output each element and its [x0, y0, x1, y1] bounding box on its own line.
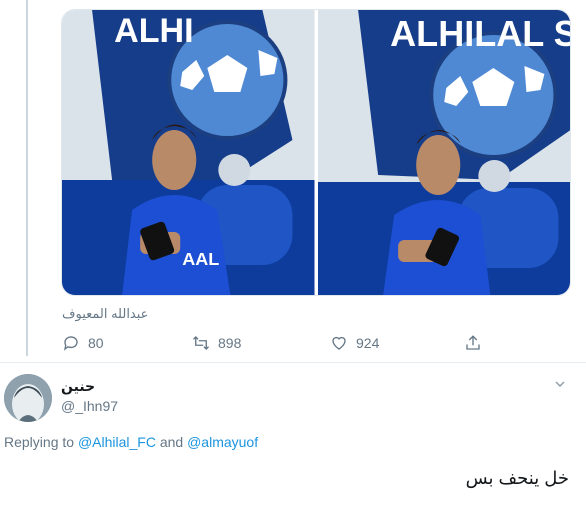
svg-text:ALHI: ALHI [114, 12, 193, 50]
svg-text:AAL: AAL [182, 249, 219, 269]
replying-prefix: Replying to [4, 434, 75, 450]
reply-icon [63, 336, 78, 351]
photo-1[interactable]: ALHI AAL [62, 10, 315, 295]
photo-2[interactable]: ALHILAL S. F [317, 10, 570, 295]
like-icon [332, 336, 346, 350]
reply-tweet-text: خل ينحف بس [465, 468, 569, 488]
share-icon [466, 335, 480, 350]
reply-count: 80 [88, 335, 104, 351]
like-count: 924 [356, 335, 380, 351]
replying-to-line: Replying to @Alhilal_FC and @almayuof [4, 434, 258, 450]
like-button[interactable]: 924 [330, 334, 379, 352]
and-text: and [159, 434, 184, 450]
chevron-down-icon[interactable] [552, 376, 568, 392]
retweet-count: 898 [218, 335, 242, 351]
action-bar: 80 898 924 [62, 334, 502, 356]
svg-text:ALHILAL S. F: ALHILAL S. F [390, 13, 570, 54]
share-button[interactable] [464, 334, 482, 352]
thread-line [26, 0, 28, 356]
reply-button[interactable]: 80 [62, 334, 104, 352]
media-grid: ALHI AAL ALHILAL S. F [61, 9, 571, 296]
divider [0, 362, 586, 363]
mention-almayuof[interactable]: @almayuof [187, 434, 258, 450]
photo-tag[interactable]: عبدالله المعيوف [62, 306, 148, 322]
user-handle[interactable]: @_Ihn97 [61, 398, 118, 414]
display-name[interactable]: حنين [61, 378, 95, 395]
retweet-button[interactable]: 898 [192, 334, 241, 352]
retweet-icon [193, 336, 209, 350]
mention-alhilal[interactable]: @Alhilal_FC [78, 434, 156, 450]
avatar[interactable] [4, 374, 52, 422]
